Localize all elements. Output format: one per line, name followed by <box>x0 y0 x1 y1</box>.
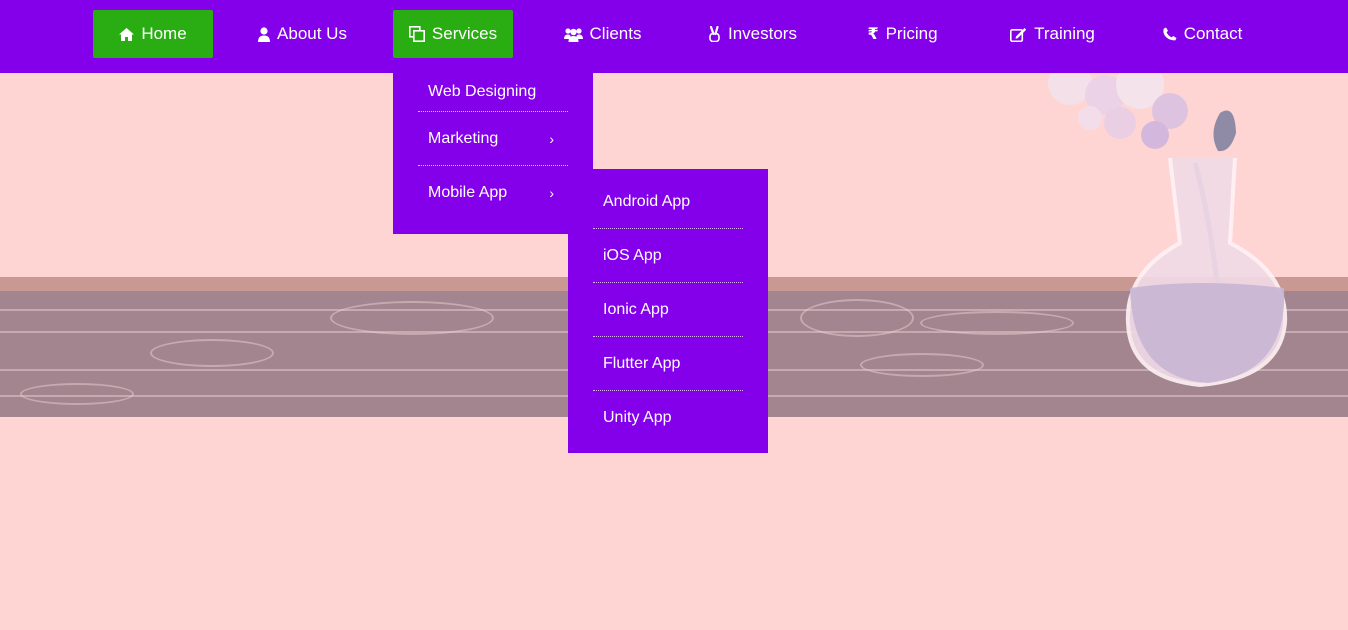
nav-services-label: Services <box>431 24 498 43</box>
menu-item-marketing[interactable]: Marketing › <box>418 112 568 166</box>
chevron-right-icon: › <box>549 130 554 147</box>
main-navbar: Home About Us Services Clients Investors… <box>0 0 1348 73</box>
menu-item-label: Flutter App <box>603 354 681 372</box>
hand-peace-icon <box>708 26 721 42</box>
menu-item-flutter-app[interactable]: Flutter App <box>593 337 743 391</box>
nav-training-label: Training <box>1034 24 1095 43</box>
menu-item-android-app[interactable]: Android App <box>593 175 743 229</box>
menu-item-label: Marketing <box>428 129 499 147</box>
nav-home-label: Home <box>141 24 187 43</box>
menu-item-web-designing[interactable]: Web Designing <box>418 73 568 112</box>
menu-item-ios-app[interactable]: iOS App <box>593 229 743 283</box>
menu-item-label: Ionic App <box>603 300 669 318</box>
nav-investors[interactable]: Investors <box>700 10 805 58</box>
flower-vase-illustration <box>1030 61 1348 403</box>
nav-clients-label: Clients <box>589 24 642 43</box>
users-icon <box>563 27 583 42</box>
phone-icon <box>1163 27 1177 41</box>
nav-pricing[interactable]: ₹ Pricing <box>855 10 950 58</box>
menu-item-mobile-app[interactable]: Mobile App › <box>418 166 568 220</box>
menu-item-label: Android App <box>603 192 691 210</box>
rupee-icon: ₹ <box>867 26 879 43</box>
home-icon <box>119 27 135 41</box>
copy-icon <box>408 26 425 42</box>
services-dropdown: Web Designing Marketing › Mobile App › <box>393 73 593 234</box>
menu-item-ionic-app[interactable]: Ionic App <box>593 283 743 337</box>
menu-item-label: Web Designing <box>428 83 537 100</box>
nav-clients[interactable]: Clients <box>555 10 650 58</box>
nav-contact-label: Contact <box>1183 24 1243 43</box>
mobile-app-submenu: Android App iOS App Ionic App Flutter Ap… <box>568 169 768 453</box>
chevron-right-icon: › <box>549 185 554 201</box>
user-icon <box>258 26 271 42</box>
nav-services[interactable]: Services <box>393 10 513 58</box>
menu-item-label: Mobile App <box>428 184 508 201</box>
nav-home[interactable]: Home <box>93 10 213 58</box>
nav-pricing-label: Pricing <box>885 24 938 43</box>
nav-training[interactable]: Training <box>1000 10 1105 58</box>
nav-investors-label: Investors <box>728 24 797 43</box>
nav-about-us-label: About Us <box>277 24 347 43</box>
nav-contact[interactable]: Contact <box>1155 10 1250 58</box>
nav-about-us[interactable]: About Us <box>245 10 360 58</box>
menu-item-label: iOS App <box>603 246 662 264</box>
menu-item-label: Unity App <box>603 409 672 426</box>
edit-icon <box>1010 27 1027 42</box>
menu-item-unity-app[interactable]: Unity App <box>593 391 743 445</box>
